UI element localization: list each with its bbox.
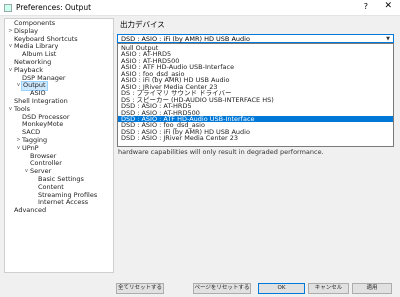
tree-item[interactable]: Controller [5,160,113,168]
hardware-note: hardware capabilities will only result i… [118,148,324,156]
output-device-heading: 出力デバイス [120,20,165,29]
window-title: Preferences: Output [16,3,92,12]
tree-item[interactable]: v UPnP [5,144,113,153]
cancel-button[interactable]: キャンセル [308,283,349,294]
output-device-option[interactable]: DSD : ASIO : JRiver Media Center 23 [118,135,393,142]
expanded-chevron-icon[interactable]: v [24,168,29,176]
ok-button[interactable]: OK [258,283,305,294]
title-bar: Preferences: Output ? ✕ [0,0,400,16]
button-bar: 全てリセットする ページをリセットする OK キャンセル 適用 [0,283,400,295]
tree-item[interactable]: v Output [5,81,113,92]
expanded-chevron-icon[interactable]: v [16,82,21,90]
close-button[interactable]: ✕ [384,1,392,11]
reset-page-button[interactable]: ページをリセットする [193,283,251,294]
expanded-chevron-icon[interactable]: v [8,67,13,75]
collapsed-chevron-icon[interactable]: > [8,28,13,36]
tree-item[interactable]: Advanced [5,206,113,215]
collapsed-chevron-icon[interactable]: > [16,137,21,145]
tree-item-label: Advanced [14,206,47,215]
preferences-tree[interactable]: Components > Display Keyboard Shortcuts v Med… [4,18,114,273]
apply-button[interactable]: 適用 [352,283,392,294]
help-button[interactable]: ? [364,2,368,11]
output-device-select[interactable]: DSD : ASIO : iFi (by AMR) HD USB Audio ▼ [117,34,394,43]
tree-item[interactable]: DSP Manager [5,74,113,83]
app-icon [4,4,12,12]
expanded-chevron-icon[interactable]: v [8,43,13,51]
expanded-chevron-icon[interactable]: v [8,106,13,114]
reset-all-button[interactable]: 全てリセットする [116,283,164,294]
expanded-chevron-icon[interactable]: v [16,145,21,153]
chevron-down-icon[interactable]: ▼ [386,35,390,43]
output-device-dropdown-list[interactable]: Null Output ASIO : AT-HRD5 ASIO : AT-HRD50… [117,43,394,147]
output-device-current-value: DSD : ASIO : iFi (by AMR) HD USB Audio [121,35,250,43]
